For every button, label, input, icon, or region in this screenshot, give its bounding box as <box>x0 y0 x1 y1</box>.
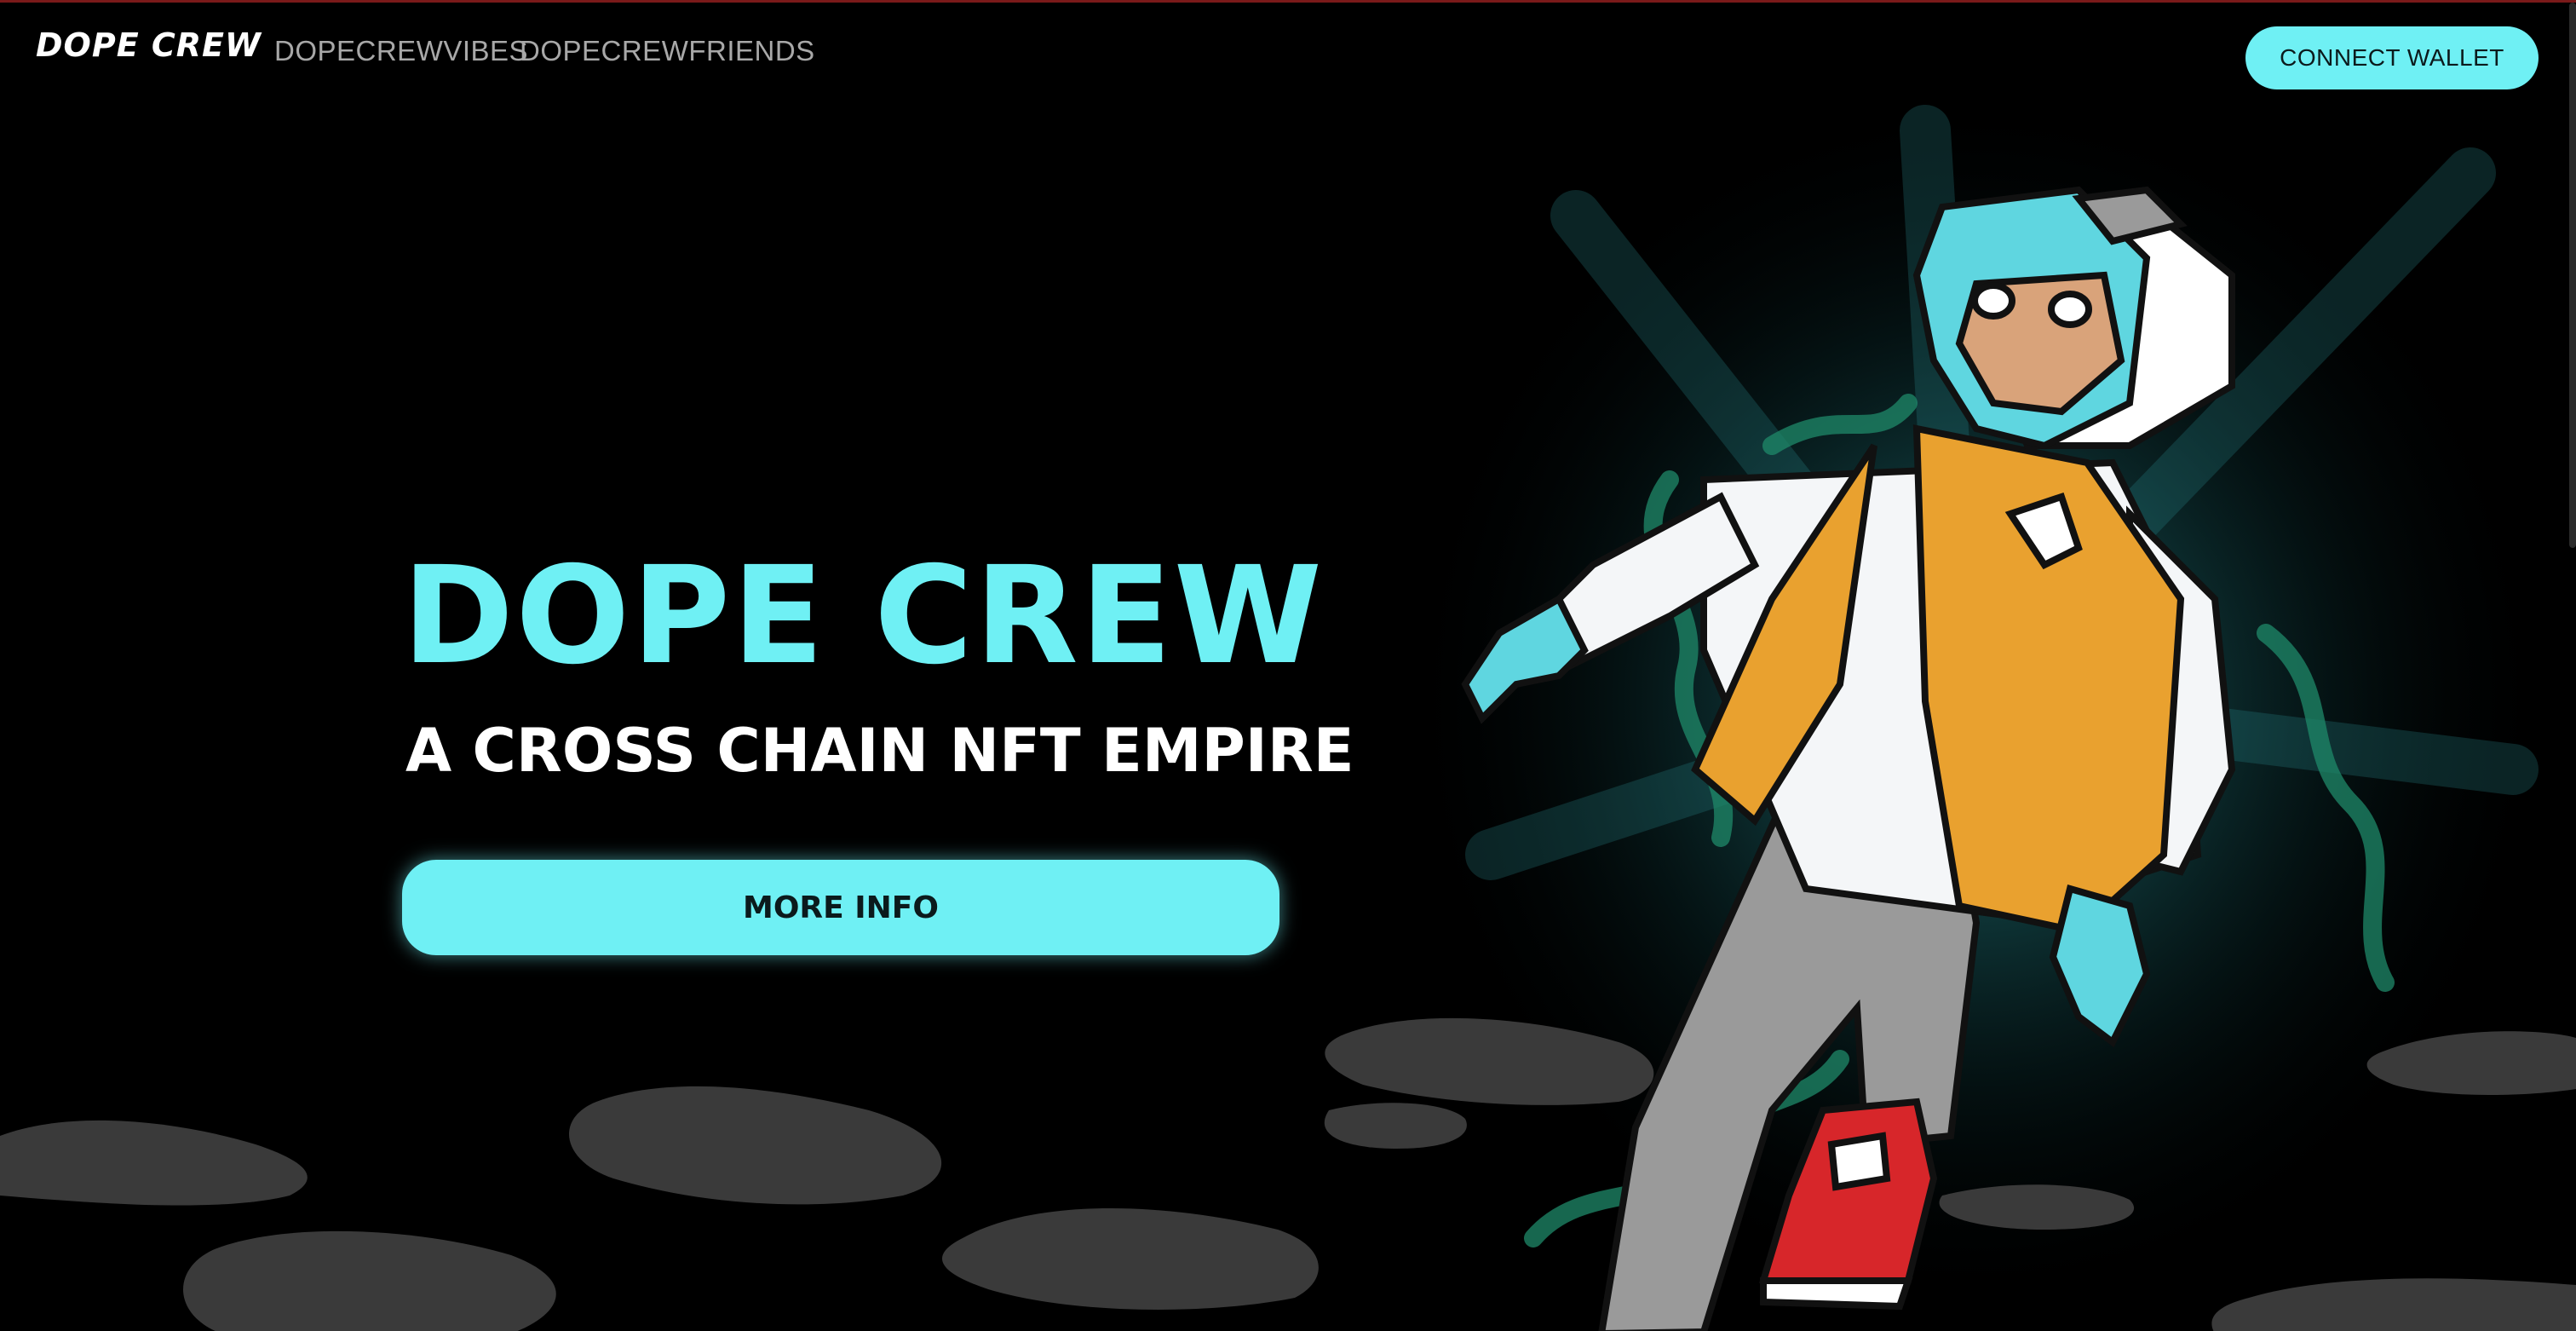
nav-link-dopecrewvibes[interactable]: DOPECREWVIBES <box>274 35 528 67</box>
nav-link-dopecrewfriends[interactable]: DOPECREWFRIENDS <box>520 35 815 67</box>
hero-subtitle: A CROSS CHAIN NFT EMPIRE <box>405 716 1354 786</box>
page: DOPE CREW DOPECREWVIBES DOPECREWFRIENDS … <box>0 0 2576 1331</box>
top-nav: DOPE CREW DOPECREWVIBES DOPECREWFRIENDS … <box>0 3 2576 105</box>
connect-wallet-button[interactable]: CONNECT WALLET <box>2245 26 2539 89</box>
hero-title: DOPE CREW <box>402 538 1325 694</box>
more-info-button[interactable]: MORE INFO <box>402 860 1279 955</box>
scrollbar[interactable] <box>2569 3 2576 548</box>
brand-logo[interactable]: DOPE CREW <box>36 26 262 64</box>
